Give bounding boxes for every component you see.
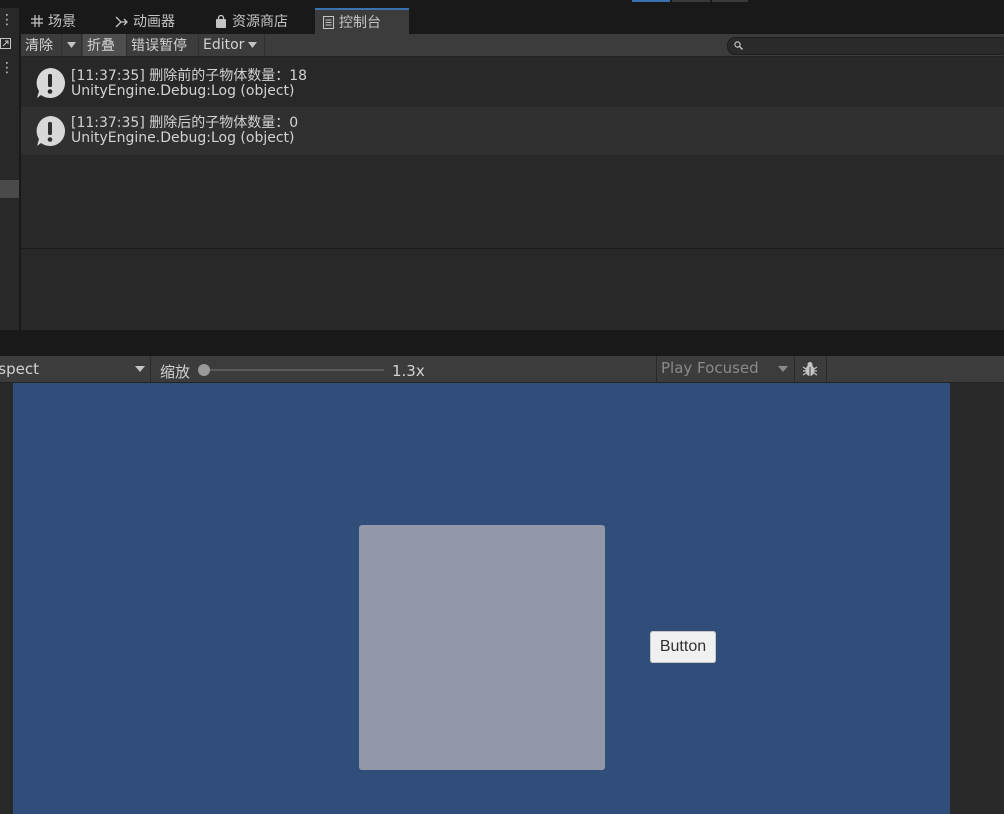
details-divider[interactable] <box>21 248 1004 249</box>
tab-animator[interactable]: 动画器 <box>107 8 207 34</box>
tab-label: 场景 <box>48 14 76 30</box>
error-pause-toggle[interactable]: 错误暂停 <box>127 34 199 56</box>
tab-label: 控制台 <box>339 15 381 31</box>
tab-asset-store[interactable]: 资源商店 <box>207 8 315 34</box>
tab-console[interactable]: 控制台 <box>315 8 409 34</box>
console-toolbar: 清除 折叠 错误暂停 Editor <box>21 34 1004 57</box>
error-pause-label: 错误暂停 <box>131 38 187 54</box>
console-icon <box>323 15 334 29</box>
pause-button[interactable] <box>672 0 710 2</box>
search-icon <box>734 41 743 50</box>
log-stacktrace: UnityEngine.Debug:Log (object) <box>71 130 295 146</box>
caret-down-icon <box>248 42 258 48</box>
log-message: [11:37:35] 删除后的子物体数量：0 <box>71 115 299 131</box>
caret-down-icon <box>778 366 788 372</box>
kebab-menu-icon[interactable]: ⋮ <box>0 61 14 75</box>
scale-slider[interactable] <box>198 364 384 376</box>
tab-label: 动画器 <box>133 14 175 30</box>
grid-icon <box>31 15 43 27</box>
slider-thumb[interactable] <box>198 364 210 376</box>
selected-item[interactable] <box>0 180 19 198</box>
caret-down-icon <box>67 42 76 48</box>
log-entry[interactable]: [11:37:35] 删除后的子物体数量：0 UnityEngine.Debug… <box>21 107 1004 155</box>
kebab-menu-icon[interactable]: ⋮ <box>0 13 14 27</box>
log-entry[interactable]: [11:37:35] 删除前的子物体数量：18 UnityEngine.Debu… <box>21 59 1004 107</box>
collapse-toggle[interactable]: 折叠 <box>83 34 127 56</box>
search-input[interactable] <box>727 37 1004 55</box>
play-mode-label: Play Focused <box>661 359 759 377</box>
left-panel: ⋮ ⋮ <box>0 8 19 330</box>
game-toolbar: Aspect 缩放 1.3x Play Focused <box>0 356 1004 383</box>
editor-label: Editor <box>203 37 245 53</box>
clear-label: 清除 <box>25 38 53 54</box>
shopping-bag-icon <box>216 14 226 28</box>
editor-target-dropdown[interactable]: Editor <box>199 34 265 56</box>
aspect-label: Aspect <box>0 360 39 378</box>
log-message: [11:37:35] 删除前的子物体数量：18 <box>71 68 308 84</box>
tab-bar: 场景 动画器 资源商店 控制台 <box>21 8 1004 34</box>
play-mode-dropdown[interactable]: Play Focused <box>656 356 795 382</box>
clear-button[interactable]: 清除 <box>21 34 62 56</box>
log-stacktrace: UnityEngine.Debug:Log (object) <box>71 83 295 99</box>
play-mode-button[interactable] <box>632 0 670 2</box>
bug-icon <box>802 362 818 376</box>
scale-value: 1.3x <box>392 362 425 380</box>
game-canvas[interactable]: Button <box>13 383 950 814</box>
clear-options-dropdown[interactable] <box>62 34 82 56</box>
maximize-icon[interactable] <box>0 37 12 51</box>
tab-scene[interactable]: 场景 <box>23 8 107 34</box>
aspect-dropdown[interactable]: Aspect <box>0 356 151 382</box>
top-strip <box>0 0 1004 8</box>
console-log-list: [11:37:35] 删除前的子物体数量：18 UnityEngine.Debu… <box>21 57 1004 330</box>
scale-label: 缩放 <box>160 363 191 381</box>
caret-down-icon <box>135 366 145 372</box>
game-view: Button <box>0 383 1004 814</box>
slider-track <box>202 369 384 371</box>
info-icon <box>36 68 65 98</box>
ui-button[interactable]: Button <box>650 631 716 663</box>
ui-button-label: Button <box>659 638 707 655</box>
info-icon <box>36 116 65 146</box>
debug-toggle[interactable] <box>794 356 827 382</box>
panel-divider[interactable] <box>0 330 1004 356</box>
animator-icon <box>115 16 128 27</box>
collapse-label: 折叠 <box>87 38 115 54</box>
step-button[interactable] <box>712 0 748 2</box>
panel-image <box>359 525 605 770</box>
tab-label: 资源商店 <box>232 14 288 30</box>
